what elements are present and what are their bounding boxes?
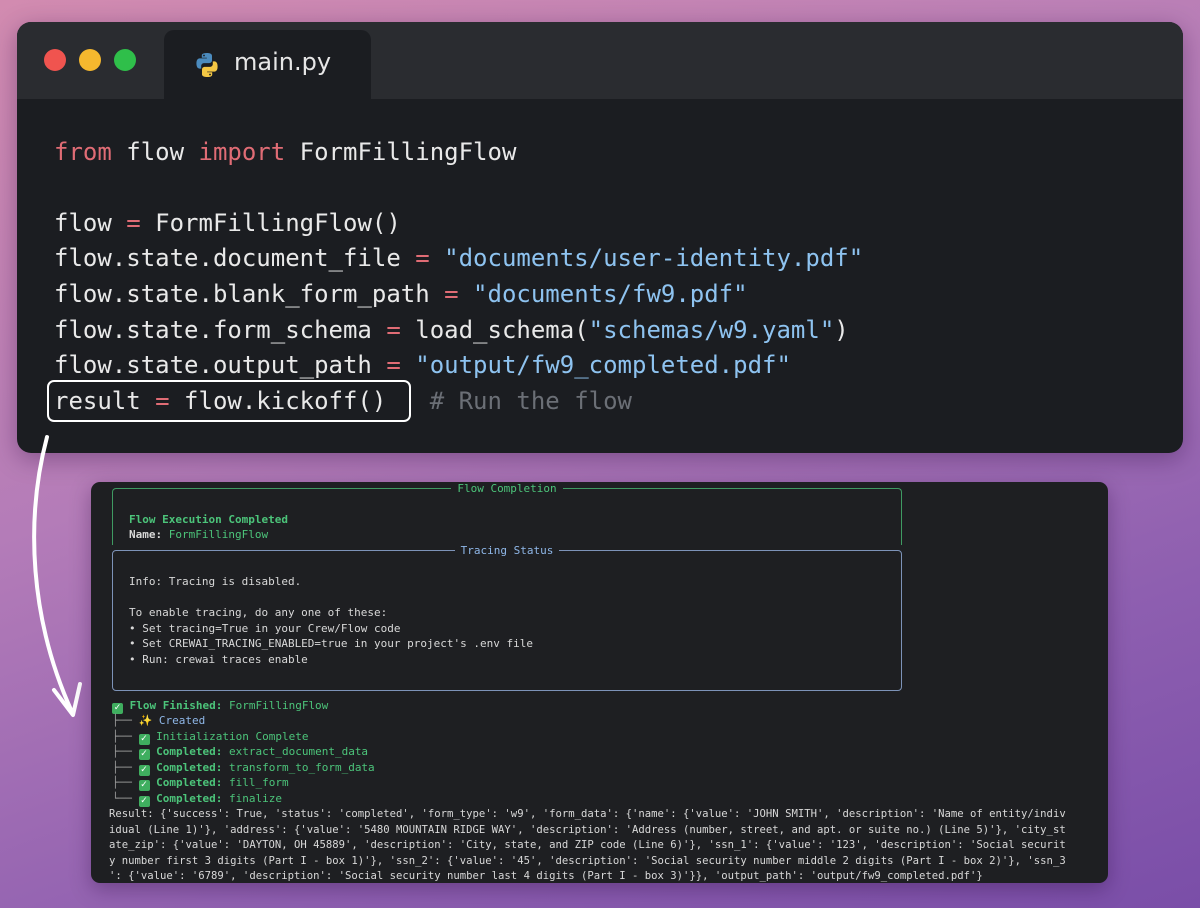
finished-label: Flow Finished: <box>129 699 229 712</box>
tree-item: ├── ✓ Completed: transform_to_form_data <box>112 760 375 776</box>
tracing-intro: To enable tracing, do any one of these: <box>129 606 388 619</box>
kickoff-highlight-box <box>47 380 411 422</box>
python-icon <box>196 53 218 77</box>
code-line: flow.state.document_file = "documents/us… <box>54 242 863 274</box>
tab-label: main.py <box>234 48 332 76</box>
close-window-button[interactable] <box>44 49 66 71</box>
completion-heading: Flow Execution Completed <box>129 513 288 526</box>
code-token: ) <box>834 316 849 344</box>
code-token: FormFillingFlow <box>285 138 517 166</box>
tree-branch: ├── <box>112 714 139 727</box>
tree-item-label: Completed: <box>156 791 229 805</box>
result-line: Result: {'success': True, 'status': 'com… <box>109 808 1066 820</box>
code-line: flow.state.blank_form_path = "documents/… <box>54 278 748 310</box>
checkmark-icon: ✓ <box>138 795 150 807</box>
code-line: flow.state.output_path = "output/fw9_com… <box>54 349 791 381</box>
tree-branch: └── <box>112 791 139 805</box>
flow-name-line: Name: FormFillingFlow <box>129 527 268 543</box>
checkmark-icon: ✓ <box>138 733 150 745</box>
code-keyword: import <box>198 138 286 166</box>
tree-item: ├── ✨ Created <box>112 713 205 729</box>
checkmark-icon: ✓ <box>138 749 150 760</box>
code-operator: = <box>415 244 430 272</box>
tracing-bullet: • Set tracing=True in your Crew/Flow cod… <box>129 622 401 635</box>
tree-branch: ├── <box>112 776 139 789</box>
tracing-status-title: Tracing Status <box>454 544 560 557</box>
tree-item-label: Created <box>158 714 206 727</box>
result-line: idual (Line 1)'}, 'address': {'value': '… <box>109 823 1066 836</box>
tree-item: ├── ✓ Completed: extract_document_data <box>112 744 368 760</box>
tree-item-value: fill_form <box>228 776 289 789</box>
tree-item-label: Initialization Complete <box>156 729 309 743</box>
code-token: load_schema( <box>400 316 589 344</box>
code-line: flow.state.form_schema = load_schema("sc… <box>54 314 849 346</box>
tree-item-label: Completed: <box>156 776 229 789</box>
code-comment: # Run the flow <box>386 387 632 415</box>
code-token: flow <box>111 138 199 166</box>
tracing-bullet: • Run: crewai traces enable <box>129 653 308 666</box>
minimize-window-button[interactable] <box>79 49 101 71</box>
tree-item-label: Completed: <box>156 760 229 774</box>
editor-titlebar: main.py <box>17 22 1183 99</box>
terminal-output: Flow Completion Flow Execution Completed… <box>91 482 1108 883</box>
code-string: "documents/fw9.pdf" <box>473 280 748 308</box>
result-line: y number first 3 digits (Part I - box 1)… <box>109 854 1066 867</box>
sparkle-icon: ✨ <box>138 714 153 727</box>
code-token: FormFillingFlow() <box>140 209 401 237</box>
result-line: ate_zip': {'value': 'DAYTON, OH 45889', … <box>109 839 1066 851</box>
tree-item-value: transform_to_form_data <box>228 760 375 774</box>
code-token: flow.state.document_file <box>54 244 416 272</box>
tree-branch: ├── <box>112 729 139 743</box>
tree-branch: ├── <box>112 760 139 774</box>
code-token: flow.state.blank_form_path <box>54 280 445 308</box>
name-label: Name: <box>129 528 169 541</box>
code-token: flow.state.output_path <box>54 351 387 379</box>
code-string: "schemas/w9.yaml" <box>588 316 835 344</box>
name-value: FormFillingFlow <box>168 528 269 541</box>
checkmark-icon: ✓ <box>138 780 150 791</box>
tree-item-value: finalize <box>228 791 282 805</box>
code-operator: = <box>386 316 401 344</box>
flow-finished-line: ✓ Flow Finished: FormFillingFlow <box>112 698 328 714</box>
tree-item-value: extract_document_data <box>228 745 369 758</box>
code-line: from flow import FormFillingFlow <box>54 136 516 168</box>
result-line: ': {'value': '6789', 'description': 'Soc… <box>109 870 983 882</box>
tab-main-py[interactable]: main.py <box>164 30 371 99</box>
maximize-window-button[interactable] <box>114 49 136 71</box>
tracing-info: Info: Tracing is disabled. <box>129 575 302 588</box>
code-keyword: from <box>54 138 112 166</box>
flow-completion-title: Flow Completion <box>451 482 563 495</box>
tree-item: ├── ✓ Completed: fill_form <box>112 775 289 791</box>
code-editor-window: main.py from flow import FormFillingFlow… <box>17 22 1183 453</box>
code-operator: = <box>386 351 401 379</box>
code-token: flow.state.form_schema <box>54 316 387 344</box>
checkmark-icon: ✓ <box>138 764 150 776</box>
tree-item-label: Completed: <box>156 745 229 758</box>
code-line: flow = FormFillingFlow() <box>54 207 401 239</box>
tree-item: └── ✓ Completed: finalize <box>112 791 282 807</box>
code-token: flow <box>54 209 127 237</box>
tree-branch: ├── <box>112 745 139 758</box>
tracing-bullet: • Set CREWAI_TRACING_ENABLED=true in you… <box>129 637 533 650</box>
code-string: "documents/user-identity.pdf" <box>444 244 864 272</box>
code-operator: = <box>126 209 141 237</box>
code-string: "output/fw9_completed.pdf" <box>415 351 791 379</box>
code-operator: = <box>444 280 459 308</box>
finished-value: FormFillingFlow <box>228 699 329 712</box>
tree-item: ├── ✓ Initialization Complete <box>112 729 308 745</box>
